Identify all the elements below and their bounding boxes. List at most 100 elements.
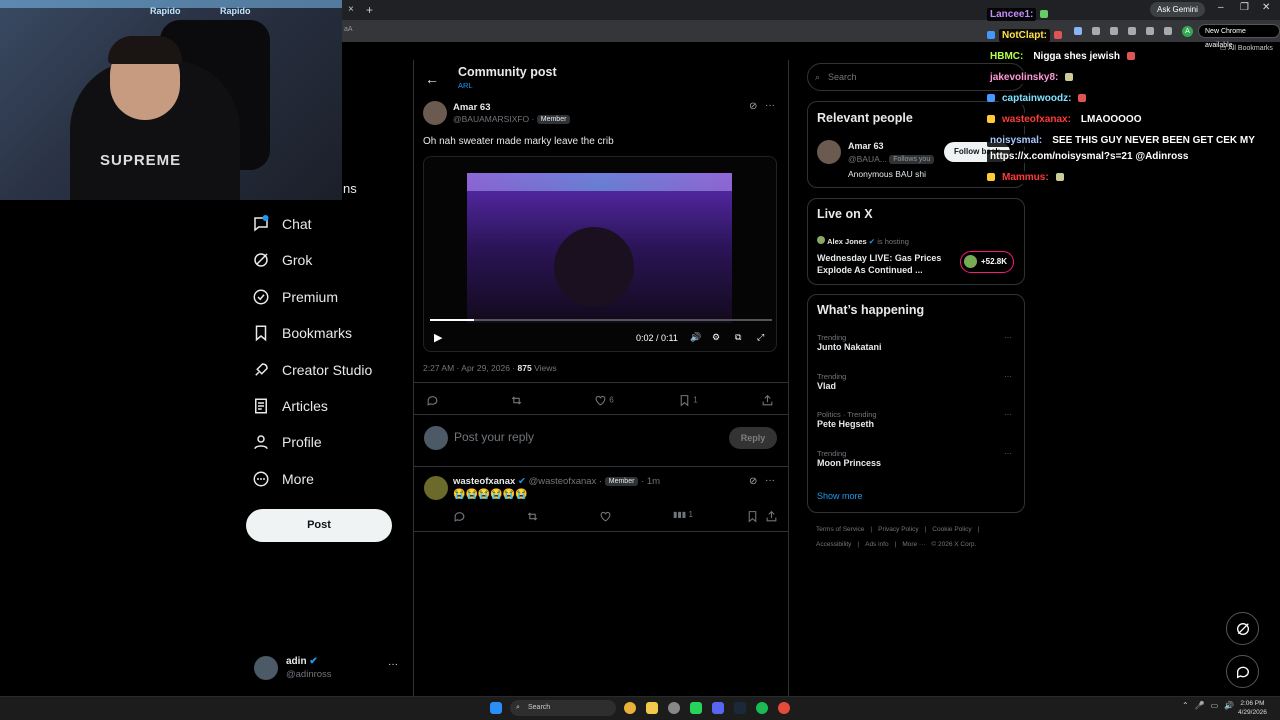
footer-separator: | — [977, 526, 980, 533]
post-author-avatar[interactable] — [423, 101, 447, 125]
live-listeners-badge[interactable]: +52.8K — [960, 251, 1014, 273]
post-author-name[interactable]: Amar 63 — [453, 102, 491, 113]
chrome-icon[interactable] — [624, 702, 636, 714]
nav-item-grok[interactable]: Grok — [252, 245, 312, 275]
play-icon[interactable]: ▶ — [434, 331, 442, 344]
relevant-bio: Anonymous BAU shi — [848, 169, 926, 179]
crown-badge-icon — [987, 115, 995, 123]
video-progress-track[interactable] — [430, 319, 772, 321]
trend-name: Vlad — [817, 381, 837, 391]
reply-author-name[interactable]: wasteofxanax — [453, 476, 515, 487]
footer-more-link[interactable]: More ··· — [902, 541, 925, 548]
nav-item-chat[interactable]: Chat — [252, 209, 312, 239]
back-arrow-icon[interactable]: ← — [425, 71, 439, 87]
trend-name: Pete Hegseth — [817, 419, 875, 429]
grok-fab[interactable] — [1226, 612, 1259, 645]
reply-input[interactable]: Post your reply — [454, 430, 534, 444]
account-more-icon[interactable]: ··· — [388, 659, 398, 670]
post-more-icon[interactable]: ··· — [765, 100, 775, 111]
chat-message: https://x.com/noisysmal?s=21 @Adinross — [987, 149, 1192, 163]
trend-more-icon[interactable]: ··· — [1004, 333, 1012, 342]
accessibility-link[interactable]: Accessibility — [816, 541, 851, 548]
repost-action[interactable] — [510, 394, 523, 408]
restore-button[interactable]: ❐ — [1240, 2, 1249, 13]
nav-item-bookmarks[interactable]: Bookmarks — [252, 318, 352, 348]
nav-item-premium[interactable]: Premium — [252, 282, 338, 312]
fullscreen-icon[interactable]: ⤢ — [757, 332, 764, 343]
settings-icon[interactable]: ⚙ — [712, 332, 720, 343]
nav-item-profile[interactable]: Profile — [252, 427, 322, 457]
video-light-strip — [467, 173, 732, 191]
video-player[interactable]: ▶ 0:02 / 0:11 🔊 ⚙ ⧉ ⤢ — [423, 156, 777, 352]
chat-line: HBMC: Nigga shes jewish — [987, 48, 1237, 64]
bookmark-icon — [680, 395, 689, 407]
nav-item-label: Premium — [282, 289, 339, 305]
file-explorer-icon[interactable] — [646, 702, 658, 714]
emote-icon — [1054, 31, 1062, 39]
divider — [414, 382, 788, 383]
follows-you-badge: Follows you — [889, 155, 935, 165]
trend-more-icon[interactable]: ··· — [1004, 372, 1012, 381]
reply-like-action[interactable] — [599, 510, 612, 524]
grok-explain-icon[interactable]: ⊘ — [749, 476, 757, 487]
trend-item[interactable]: Trending Vlad — [817, 372, 846, 391]
nav-item-label: Bookmarks — [282, 325, 353, 341]
community-name[interactable]: ARL — [458, 81, 473, 90]
emote-icon — [1040, 10, 1049, 18]
post-button[interactable]: Post — [246, 509, 392, 542]
crown-badge-icon — [987, 173, 995, 181]
window-close-button[interactable]: ✕ — [1262, 2, 1270, 13]
trend-item[interactable]: Trending Junto Nakatani — [817, 333, 882, 352]
reply-bookmark-action[interactable] — [746, 510, 759, 524]
reply-action[interactable] — [426, 394, 439, 408]
reply-author-avatar[interactable] — [424, 476, 448, 500]
system-tray-icons[interactable]: ⌃🎤▭🔊 — [1182, 701, 1240, 710]
relevant-avatar[interactable] — [817, 140, 841, 164]
nav-item-more[interactable]: More — [252, 464, 314, 494]
account-switcher[interactable]: adin ✔ @adinross ··· — [254, 654, 404, 686]
like-action[interactable]: 6 — [594, 394, 614, 408]
stream-chat-overlay: Lancee1: NotClapt: HBMC: Nigga shes jewis… — [987, 6, 1258, 185]
pip-icon[interactable]: ⧉ — [735, 332, 741, 343]
reply-repost-action[interactable] — [526, 510, 539, 524]
nav-item-articles[interactable]: Articles — [252, 391, 328, 421]
share-action[interactable] — [761, 394, 774, 408]
reply-reply-action[interactable] — [453, 510, 466, 524]
discord-icon[interactable] — [712, 702, 724, 714]
live-headline[interactable]: Wednesday LIVE: Gas Prices Explode As Con… — [817, 252, 941, 276]
relevant-name[interactable]: Amar 63 — [848, 141, 884, 151]
taskbar-search[interactable]: ⌕ Search — [510, 700, 616, 716]
steam-icon[interactable] — [734, 702, 746, 714]
spotify-icon[interactable] — [756, 702, 768, 714]
messages-fab[interactable] — [1226, 655, 1259, 688]
nav-item-creator-studio[interactable]: Creator Studio — [252, 355, 372, 385]
chrome-active-icon[interactable] — [778, 702, 790, 714]
app-icon[interactable] — [668, 702, 680, 714]
cookie-link[interactable]: Cookie Policy — [932, 526, 971, 533]
tab-close-button[interactable]: × — [348, 4, 354, 15]
new-tab-button[interactable]: + — [366, 3, 373, 17]
trend-more-icon[interactable]: ··· — [1004, 449, 1012, 458]
trend-meta: Trending — [817, 333, 847, 342]
rocket-icon — [255, 363, 268, 376]
reply-button[interactable]: Reply — [729, 427, 777, 449]
terms-link[interactable]: Terms of Service — [816, 526, 864, 533]
live-host-row[interactable]: Alex Jones ✔ is hosting — [817, 236, 909, 246]
reply-share-action[interactable] — [765, 510, 778, 524]
volume-icon[interactable]: 🔊 — [690, 332, 701, 343]
kick-icon[interactable] — [690, 702, 702, 714]
taskbar-clock[interactable]: 2:06 PM 4/29/2026 — [1238, 699, 1267, 717]
trend-item[interactable]: Trending Moon Princess — [817, 449, 881, 468]
windows-start-icon[interactable] — [490, 702, 502, 714]
reply-more-icon[interactable]: ··· — [765, 475, 775, 486]
bookmark-action[interactable]: 1 — [678, 394, 698, 408]
reply-handle: @wasteofxanax · — [528, 476, 603, 487]
privacy-link[interactable]: Privacy Policy — [878, 526, 918, 533]
trend-more-icon[interactable]: ··· — [1004, 410, 1012, 419]
ads-info-link[interactable]: Ads info — [865, 541, 889, 548]
reply-views-action[interactable]: ▮▮▮ 1 — [673, 510, 693, 524]
grok-explain-icon[interactable]: ⊘ — [749, 101, 757, 112]
trend-item[interactable]: Politics · Trending Pete Hegseth — [817, 410, 877, 429]
show-more-link[interactable]: Show more — [817, 491, 863, 501]
emote-icon — [1055, 173, 1064, 181]
